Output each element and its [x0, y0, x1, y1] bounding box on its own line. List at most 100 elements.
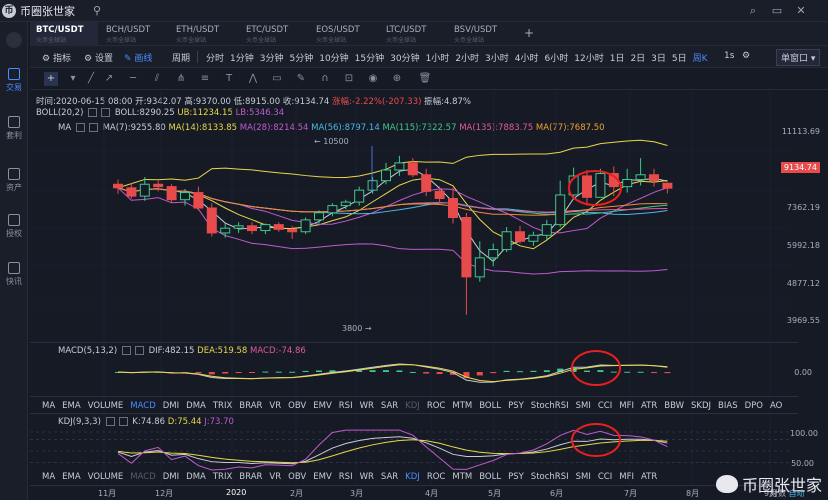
time-tick: 8月: [686, 489, 700, 498]
candle-body: [126, 187, 137, 197]
indicator-tab-brar[interactable]: BRAR: [239, 472, 269, 485]
time-tick: 11月: [98, 489, 117, 498]
candle-body: [582, 175, 592, 198]
indicator-tab-obv[interactable]: OBV: [288, 472, 313, 485]
low-annotation-value: 3800: [342, 324, 363, 333]
candle-body: [247, 225, 257, 232]
time-tick: 7月: [624, 489, 638, 498]
macd-label: MACD(5,13,2): [58, 346, 118, 356]
macd-bar: [664, 372, 671, 374]
candle-body: [153, 183, 164, 188]
candle-body: [273, 224, 284, 230]
indicator-tab-mfi[interactable]: MFI: [619, 472, 641, 485]
candle-body: [622, 179, 633, 188]
macd-bar: [262, 371, 269, 373]
macd-bar: [490, 372, 497, 374]
indicator-tab-macd[interactable]: MACD: [130, 472, 162, 485]
candle-body: [206, 207, 217, 234]
macd-bar: [436, 372, 443, 375]
macd-bar: [249, 372, 255, 373]
time-tick: 2月: [290, 489, 304, 498]
price-tick: 4877.12: [786, 279, 820, 288]
candle-body: [461, 217, 472, 278]
macd-bar: [316, 370, 322, 372]
indicator-tab-ma[interactable]: MA: [42, 472, 62, 485]
macd-bar: [624, 371, 631, 373]
indicator-tab-ema[interactable]: EMA: [62, 472, 88, 485]
candle-body: [327, 205, 338, 214]
macd-info: MACD(5,13,2) DIF:482.15 DEA:519.58 MACD:…: [58, 346, 306, 356]
candle-body: [394, 162, 405, 171]
kdj-j: J:73.70: [204, 417, 234, 427]
close-indicator-icon[interactable]: [134, 346, 144, 355]
watermark-text: 币圈张世家: [741, 476, 822, 495]
time-tick: 4月: [425, 489, 439, 498]
candle-body: [555, 194, 566, 226]
macd-bar: [530, 370, 537, 372]
candle-body: [528, 234, 539, 242]
price-tick: 11113.69: [781, 127, 820, 136]
pane-divider: [30, 485, 798, 486]
macd-bar: [423, 372, 430, 374]
kdj-info: KDJ(9,3,3) K:74.86 D:75.44 J:73.70: [58, 417, 234, 427]
macd-bar: [409, 371, 416, 373]
macd-dif-line: [117, 363, 668, 383]
indicator-tab-wr[interactable]: WR: [360, 472, 381, 485]
kdj-plot: [30, 429, 790, 471]
indicator-tab-cci[interactable]: CCI: [598, 472, 619, 485]
kdj-axis-mid: 50.00: [791, 459, 814, 468]
candle-body: [662, 182, 673, 189]
indicator-tab-dma[interactable]: DMA: [186, 472, 213, 485]
time-tick: 3月: [350, 489, 364, 498]
macd-bar: [235, 372, 242, 373]
indicator-tab-emv[interactable]: EMV: [313, 472, 339, 485]
candle-body: [595, 173, 606, 198]
candle-body: [541, 224, 552, 236]
high-annotation-value: 10500: [323, 137, 349, 146]
pane-divider: [30, 413, 798, 414]
indicator-tab-smi[interactable]: SMI: [576, 472, 598, 485]
low-annotation: 3800 →: [342, 324, 372, 333]
macd-bar: [517, 371, 523, 373]
indicator-tab-boll[interactable]: BOLL: [479, 472, 508, 485]
indicator-tab-kdj[interactable]: KDJ: [405, 472, 427, 485]
candle-body: [501, 231, 512, 251]
macd-bar: [289, 371, 296, 373]
candle-body: [260, 224, 271, 232]
indicator-tab-dmi[interactable]: DMI: [163, 472, 186, 485]
time-tick: 6月: [550, 489, 564, 498]
macd-bar: [275, 371, 282, 373]
indicator-tab-psy[interactable]: PSY: [508, 472, 531, 485]
candle-body: [434, 190, 445, 199]
indicator-tab-stochrsi[interactable]: StochRSI: [531, 472, 576, 485]
candle-body: [421, 174, 432, 192]
macd-bar: [222, 372, 229, 374]
eye-toggle-icon[interactable]: [121, 346, 131, 355]
macd-bar: [383, 370, 389, 372]
indicator-tab-trix[interactable]: TRIX: [213, 472, 239, 485]
indicator-tab-volume[interactable]: VOLUME: [88, 472, 131, 485]
macd-bar: [543, 370, 550, 372]
time-tick: 5月: [488, 489, 502, 498]
time-tick: 2020: [226, 488, 247, 497]
price-tick: 3969.55: [786, 316, 820, 325]
high-annotation: ← 10500: [314, 137, 349, 146]
indicator-tab-sar[interactable]: SAR: [381, 472, 405, 485]
kdj-line: [117, 436, 668, 465]
candle-body: [407, 162, 418, 176]
candle-body: [367, 180, 378, 191]
indicator-tab-roc[interactable]: ROC: [427, 472, 453, 485]
indicator-tab-atr[interactable]: ATR: [641, 472, 664, 485]
candle-body: [515, 231, 525, 242]
indicator-tab-rsi[interactable]: RSI: [339, 472, 360, 485]
current-price-tag: 9134.74: [780, 162, 820, 173]
kdj-label: KDJ(9,3,3): [58, 417, 101, 427]
macd-bar: [195, 372, 202, 373]
macd-dea: DEA:519.58: [197, 346, 248, 356]
indicator-tab-vr[interactable]: VR: [269, 472, 288, 485]
eye-toggle-icon[interactable]: [105, 417, 115, 426]
indicator-tab-mtm[interactable]: MTM: [452, 472, 479, 485]
macd-bar: [637, 371, 644, 373]
close-indicator-icon[interactable]: [118, 417, 128, 426]
macd-value: MACD:-74.86: [250, 346, 306, 356]
